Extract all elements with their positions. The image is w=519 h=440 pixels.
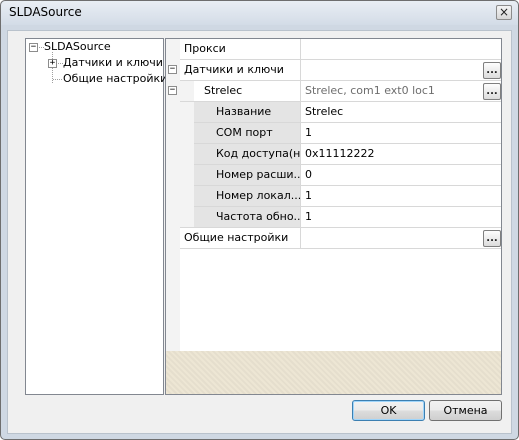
strelec-ellipsis-button[interactable]: ... [483, 83, 501, 100]
tree-item-label: Датчики и ключи [63, 56, 163, 69]
dialog-client-area: − SLDASource + Датчики и ключи Общие нас… [7, 30, 512, 434]
prop-value-local-number[interactable]: 1 [301, 186, 501, 207]
prop-name-strelec[interactable]: Strelec [194, 81, 300, 102]
prop-name-title[interactable]: Название [194, 102, 300, 123]
general-settings-ellipsis-button[interactable]: ... [483, 230, 501, 247]
prop-value-strelec[interactable]: Strelec, com1 ext0 loc1 [301, 81, 481, 102]
prop-value-title[interactable]: Strelec [301, 102, 501, 123]
prop-name-extension-number[interactable]: Номер расши... [194, 165, 300, 186]
sensors-keys-ellipsis-button[interactable]: ... [483, 62, 501, 79]
close-button[interactable]: × [496, 5, 512, 20]
title-bar: SLDASource × [1, 1, 518, 25]
tree-root-collapse-icon[interactable]: − [29, 43, 38, 52]
tree-view[interactable]: − SLDASource + Датчики и ключи Общие нас… [25, 38, 167, 395]
prop-value-sensors-keys[interactable] [301, 60, 501, 81]
tree-expand-icon[interactable]: + [48, 59, 57, 68]
prop-value-com-port[interactable]: 1 [301, 123, 501, 144]
dialog-window: SLDASource × − SLDASource + Датчики и кл… [0, 0, 519, 440]
prop-value-general-settings[interactable] [301, 228, 501, 249]
prop-name-sensors-keys[interactable]: Датчики и ключи [180, 60, 300, 81]
tree-item-label: SLDASource [44, 40, 111, 53]
tree-item-sldasource[interactable]: SLDASource [44, 39, 111, 55]
tree-item-general-settings[interactable]: Общие настройки [63, 71, 167, 87]
prop-name-proxy[interactable]: Прокси [180, 39, 300, 60]
ok-button[interactable]: OK [352, 400, 425, 421]
tree-item-label: Общие настройки [63, 72, 168, 85]
prop-value-update-frequency[interactable]: 1 [301, 207, 501, 228]
collapse-sensors-icon[interactable]: − [168, 65, 177, 74]
collapse-strelec-icon[interactable]: − [168, 86, 177, 95]
prop-name-access-code[interactable]: Код доступа(н... [194, 144, 300, 165]
grid-description-area [166, 351, 501, 394]
prop-name-general-settings[interactable]: Общие настройки [180, 228, 300, 249]
property-grid[interactable]: Прокси − Датчики и ключи ... − Strelec S… [165, 38, 502, 395]
prop-name-com-port[interactable]: COM порт [194, 123, 300, 144]
prop-name-update-frequency[interactable]: Частота обно... [194, 207, 300, 228]
prop-value-access-code[interactable]: 0x11112222 [301, 144, 501, 165]
tree-item-sensors-keys[interactable]: Датчики и ключи [63, 55, 163, 71]
prop-value-proxy[interactable] [301, 39, 501, 60]
cancel-button[interactable]: Отмена [429, 400, 502, 421]
window-title: SLDASource [9, 5, 82, 19]
prop-name-local-number[interactable]: Номер локал... [194, 186, 300, 207]
prop-value-extension-number[interactable]: 0 [301, 165, 501, 186]
